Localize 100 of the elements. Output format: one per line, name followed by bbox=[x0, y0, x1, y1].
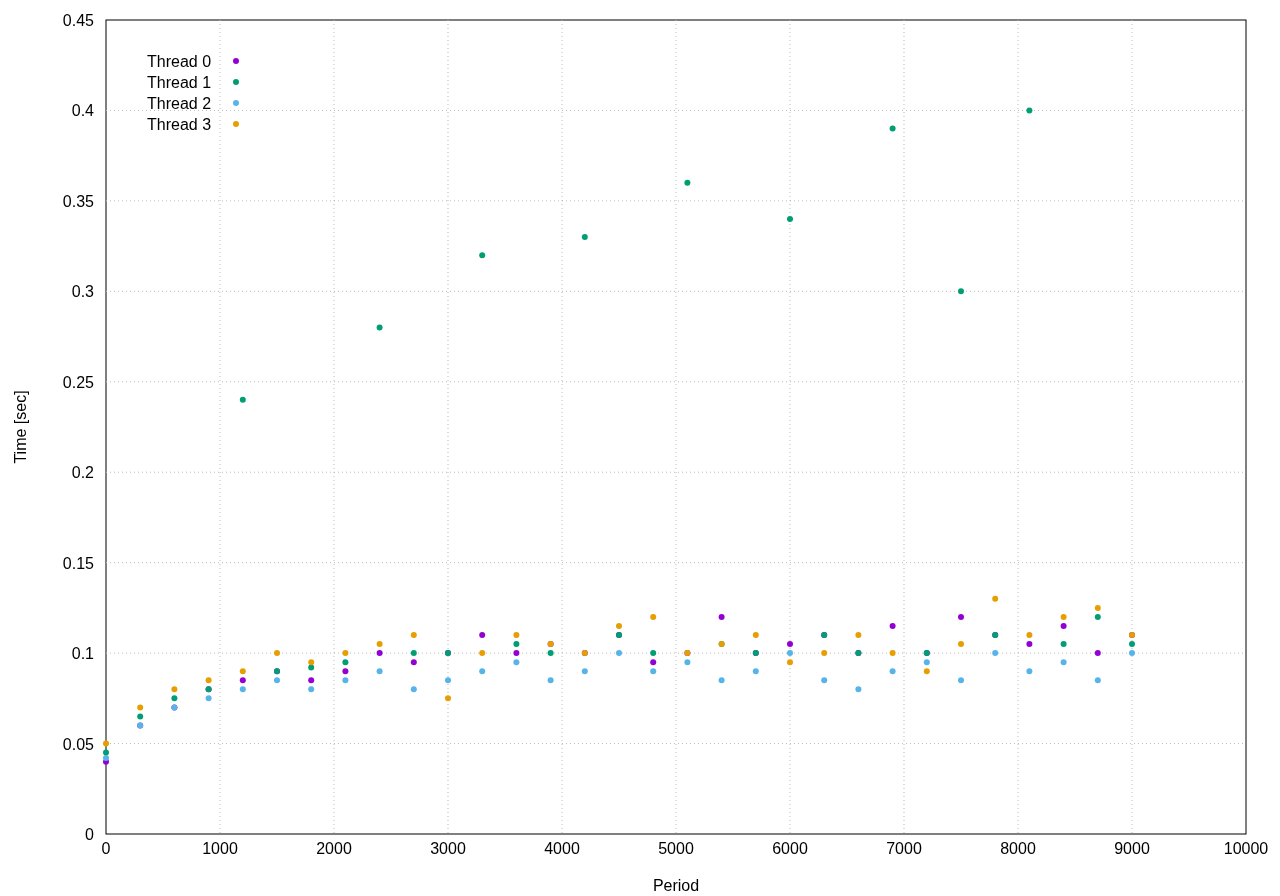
data-point bbox=[1094, 613, 1101, 620]
data-point bbox=[342, 668, 349, 675]
x-tick-label: 1000 bbox=[202, 840, 238, 857]
data-point bbox=[787, 641, 793, 648]
data-point bbox=[616, 650, 622, 657]
data-point bbox=[308, 686, 315, 693]
data-point bbox=[1026, 668, 1033, 675]
data-point bbox=[923, 659, 930, 666]
data-point bbox=[992, 595, 999, 602]
data-point bbox=[787, 659, 793, 666]
data-point bbox=[821, 677, 828, 684]
data-point bbox=[923, 668, 930, 675]
data-point bbox=[581, 668, 588, 675]
data-point bbox=[171, 686, 178, 693]
data-point bbox=[787, 650, 793, 657]
legend-label: Thread 2 bbox=[147, 95, 212, 112]
data-point bbox=[752, 668, 759, 675]
data-point bbox=[239, 677, 246, 684]
data-point bbox=[376, 650, 383, 657]
x-tick-label: 8000 bbox=[1000, 840, 1036, 857]
data-point bbox=[992, 650, 999, 657]
data-point bbox=[684, 659, 691, 666]
data-point bbox=[410, 686, 417, 693]
data-point bbox=[752, 632, 759, 638]
data-point bbox=[889, 650, 896, 657]
y-tick-label: 0 bbox=[85, 826, 94, 843]
data-point bbox=[342, 677, 349, 684]
data-point bbox=[650, 659, 657, 666]
data-point bbox=[855, 632, 862, 638]
x-tick-label: 5000 bbox=[658, 840, 694, 857]
data-point bbox=[787, 216, 793, 222]
data-point bbox=[889, 623, 896, 629]
data-point bbox=[103, 740, 109, 747]
x-tick-label: 6000 bbox=[772, 840, 808, 857]
x-tick-label: 7000 bbox=[886, 840, 922, 857]
y-tick-label: 0.3 bbox=[71, 283, 94, 301]
data-point bbox=[616, 623, 622, 629]
y-tick-label: 0.4 bbox=[71, 102, 94, 120]
data-point bbox=[1094, 650, 1101, 657]
data-point bbox=[547, 677, 554, 684]
data-point bbox=[650, 650, 657, 657]
data-point bbox=[1094, 677, 1101, 684]
data-point bbox=[342, 650, 349, 657]
data-point bbox=[376, 324, 383, 331]
data-point bbox=[1060, 623, 1067, 629]
data-point bbox=[1094, 604, 1101, 611]
data-point bbox=[376, 641, 383, 648]
data-point bbox=[889, 125, 896, 132]
x-axis-title: Period bbox=[652, 877, 700, 894]
data-point bbox=[239, 686, 246, 693]
y-tick-label: 0.15 bbox=[62, 554, 94, 572]
data-point bbox=[137, 713, 144, 720]
data-point bbox=[855, 686, 862, 693]
x-tick-label: 10000 bbox=[1223, 840, 1269, 857]
data-point bbox=[274, 677, 280, 684]
y-axis-title: Time [sec] bbox=[12, 390, 29, 464]
data-point bbox=[513, 641, 520, 648]
x-tick-label: 2000 bbox=[316, 840, 352, 857]
data-point bbox=[137, 704, 144, 711]
data-point bbox=[1060, 613, 1067, 620]
data-point bbox=[718, 677, 725, 684]
data-point bbox=[958, 613, 964, 620]
data-point bbox=[274, 650, 280, 657]
y-tick-label: 0.05 bbox=[62, 735, 94, 753]
data-point bbox=[1026, 641, 1033, 648]
x-tick-label: 9000 bbox=[1114, 840, 1150, 857]
data-point bbox=[1060, 659, 1067, 666]
data-point bbox=[513, 659, 520, 666]
data-point bbox=[958, 641, 964, 648]
data-point bbox=[1129, 641, 1135, 648]
data-point bbox=[547, 650, 554, 657]
x-tick-label: 0 bbox=[101, 840, 111, 857]
x-tick-label: 3000 bbox=[430, 840, 466, 857]
data-point bbox=[581, 234, 588, 241]
data-point bbox=[1026, 107, 1033, 114]
data-point bbox=[410, 659, 417, 666]
data-point bbox=[1026, 632, 1033, 638]
data-point bbox=[410, 650, 417, 657]
data-point bbox=[958, 288, 964, 295]
data-point bbox=[1129, 650, 1135, 657]
legend-label: Thread 0 bbox=[147, 53, 212, 70]
data-point bbox=[479, 632, 486, 638]
y-tick-label: 0.1 bbox=[71, 645, 94, 663]
data-point bbox=[650, 668, 657, 675]
data-point bbox=[684, 179, 691, 186]
data-point bbox=[308, 677, 315, 684]
data-point bbox=[479, 252, 486, 259]
y-tick-label: 0.25 bbox=[62, 373, 94, 391]
data-point bbox=[376, 668, 383, 675]
data-point bbox=[342, 659, 349, 666]
data-point bbox=[889, 668, 896, 675]
data-point bbox=[1060, 641, 1067, 648]
data-point bbox=[718, 613, 725, 620]
data-point bbox=[445, 695, 451, 702]
y-tick-label: 0.2 bbox=[71, 464, 94, 482]
data-point bbox=[650, 613, 657, 620]
data-point bbox=[513, 632, 520, 638]
data-point bbox=[171, 695, 178, 702]
data-point bbox=[479, 668, 486, 675]
data-point bbox=[239, 668, 246, 675]
